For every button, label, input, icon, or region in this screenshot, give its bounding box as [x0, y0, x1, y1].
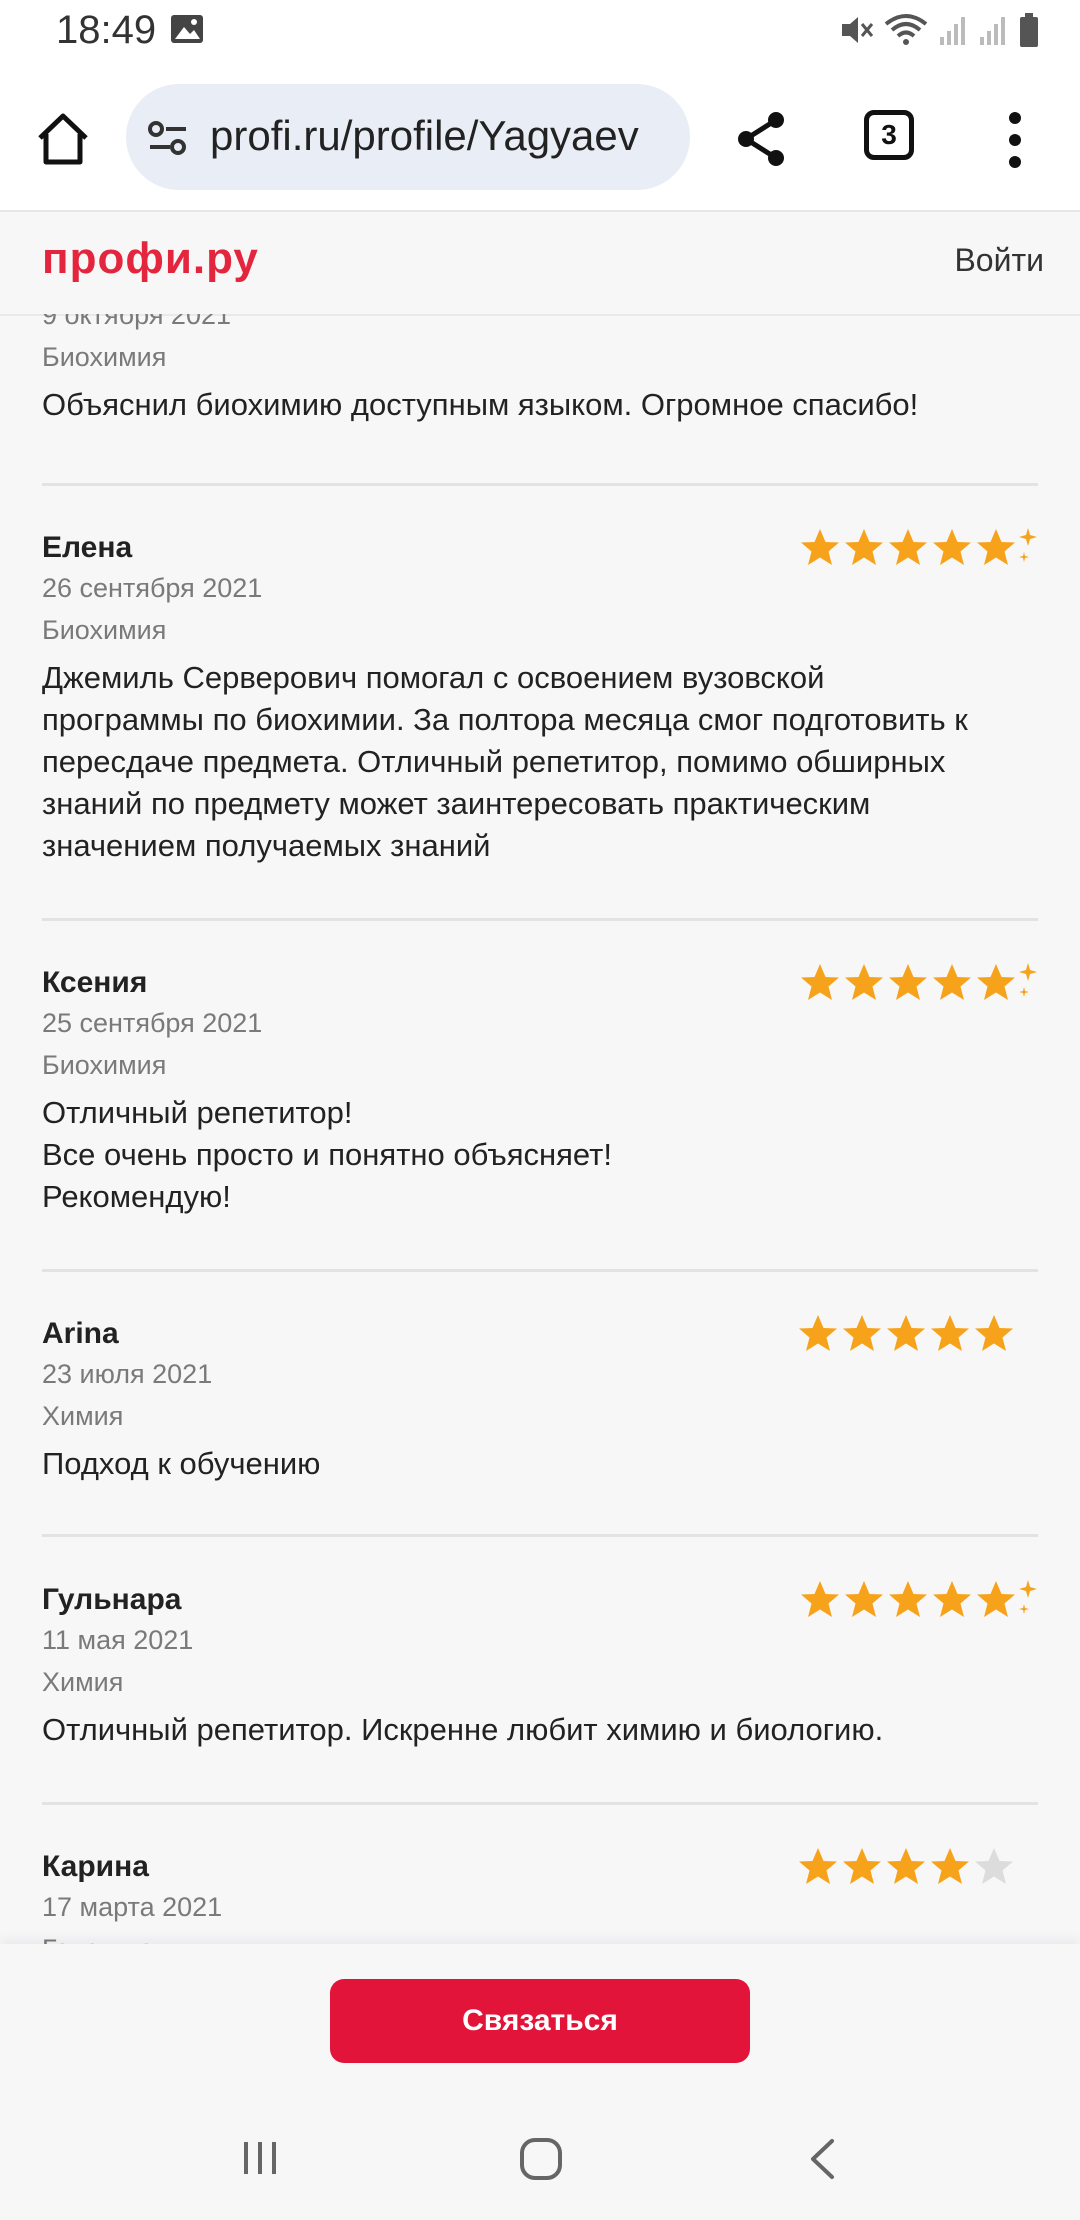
review-author: Arina: [42, 1317, 119, 1350]
star-empty-icon: [975, 1848, 1013, 1884]
reviews-list: 9 октября 2021 Биохимия Объяснил биохими…: [0, 314, 1080, 1944]
review-subject: Биохимия: [42, 342, 167, 372]
star-filled-icon: [799, 1848, 837, 1884]
divider: [42, 918, 1038, 921]
status-icons: [838, 10, 1040, 50]
review-date: 26 сентября 2021: [42, 573, 263, 603]
divider: [42, 1269, 1038, 1272]
contact-button[interactable]: Связаться: [330, 1979, 750, 2063]
rating-stars: [798, 526, 1038, 570]
status-bar: 18:49: [0, 0, 1080, 66]
star-filled-icon: [845, 964, 883, 1000]
review-subject: Биохимия: [42, 1050, 167, 1080]
battery-icon: [1020, 13, 1038, 47]
home-icon[interactable]: [34, 110, 92, 168]
review-date: 17 марта 2021: [42, 1892, 223, 1922]
review-text: Джемиль Серверович помогал с освоением в…: [42, 660, 968, 863]
divider: [42, 483, 1038, 486]
review-item: Елена 26 сентября 2021 Биохимия Джемиль …: [42, 531, 1038, 871]
address-bar[interactable]: profi.ru/profile/Yagyaev: [126, 84, 690, 190]
review-text: Подход к обучению: [42, 1446, 321, 1481]
star-filled-icon: [977, 529, 1015, 565]
sparkle-icon: [1019, 963, 1037, 997]
gallery-icon: [171, 15, 203, 43]
star-filled-icon: [889, 1581, 927, 1617]
star-filled-icon: [799, 1315, 837, 1351]
rating-stars: [796, 1312, 1016, 1356]
review-subject: Химия: [42, 1667, 124, 1697]
star-filled-icon: [801, 529, 839, 565]
star-filled-icon: [843, 1315, 881, 1351]
review-text: Отличный репетитор! Все очень просто и п…: [42, 1095, 612, 1214]
review-subject: Химия: [42, 1401, 124, 1431]
star-filled-icon: [845, 1581, 883, 1617]
rating-stars: [798, 961, 1038, 1005]
mute-icon: [842, 17, 874, 43]
review-item: 9 октября 2021 Биохимия Объяснил биохими…: [42, 314, 1038, 422]
logo[interactable]: профи.ру: [42, 234, 259, 284]
review-date: 9 октября 2021: [42, 314, 231, 330]
star-filled-icon: [933, 1581, 971, 1617]
divider: [42, 1802, 1038, 1805]
star-filled-icon: [931, 1315, 969, 1351]
more-vert-icon[interactable]: [1002, 110, 1028, 170]
signal-icon-2: [980, 17, 1005, 45]
star-filled-icon: [933, 964, 971, 1000]
review-author: Карина: [42, 1850, 149, 1883]
rating-stars: [798, 1578, 1038, 1622]
star-filled-icon: [889, 964, 927, 1000]
nav-home-icon[interactable]: [518, 2136, 564, 2182]
star-filled-icon: [977, 964, 1015, 1000]
review-date: 23 июля 2021: [42, 1359, 213, 1389]
star-filled-icon: [887, 1315, 925, 1351]
review-author: Елена: [42, 531, 133, 564]
review-date: 11 мая 2021: [42, 1625, 194, 1655]
star-filled-icon: [801, 964, 839, 1000]
review-subject: Генетика: [42, 1934, 154, 1944]
tune-icon[interactable]: [146, 118, 190, 158]
review-item: Ксения 25 сентября 2021 Биохимия Отличны…: [42, 966, 1038, 1226]
star-filled-icon: [887, 1848, 925, 1884]
login-link[interactable]: Войти: [954, 242, 1044, 279]
browser-toolbar: profi.ru/profile/Yagyaev 3: [0, 66, 1080, 212]
star-filled-icon: [933, 529, 971, 565]
share-icon[interactable]: [734, 110, 788, 168]
wifi-icon: [884, 14, 928, 45]
sparkle-icon: [1019, 528, 1037, 562]
rating-stars: [796, 1845, 1016, 1889]
sparkle-icon: [1019, 1580, 1037, 1614]
review-text: Объяснил биохимию доступным языком. Огро…: [42, 387, 919, 422]
review-date: 25 сентября 2021: [42, 1008, 263, 1038]
bottom-action-bar: Связаться: [0, 1944, 1080, 2220]
review-text: Отличный репетитор. Искренне любит химию…: [42, 1712, 884, 1747]
review-author: Гульнара: [42, 1583, 182, 1616]
star-filled-icon: [977, 1581, 1015, 1617]
star-filled-icon: [889, 529, 927, 565]
review-subject: Биохимия: [42, 615, 167, 645]
site-header: профи.ру Войти: [0, 212, 1080, 316]
star-filled-icon: [975, 1315, 1013, 1351]
status-time: 18:49: [56, 8, 157, 52]
review-author: Ксения: [42, 966, 148, 999]
recent-apps-icon[interactable]: [240, 2138, 280, 2178]
url-text[interactable]: profi.ru/profile/Yagyaev: [210, 112, 680, 160]
back-icon[interactable]: [808, 2138, 836, 2180]
tab-switcher-button[interactable]: 3: [864, 110, 914, 160]
divider: [42, 1534, 1038, 1537]
star-filled-icon: [845, 529, 883, 565]
signal-icon: [940, 17, 965, 45]
star-filled-icon: [931, 1848, 969, 1884]
star-filled-icon: [843, 1848, 881, 1884]
star-filled-icon: [801, 1581, 839, 1617]
